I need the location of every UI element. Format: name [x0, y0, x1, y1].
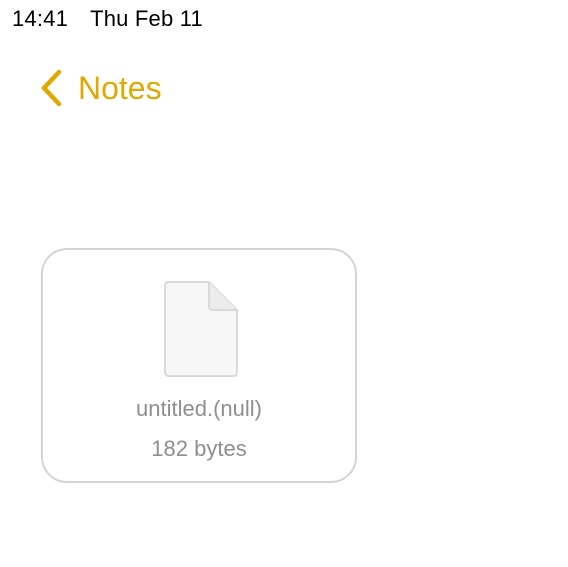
file-preview-screen: 14:41 Thu Feb 11 Notes untitled.(null) 1…	[0, 0, 568, 567]
status-bar: 14:41 Thu Feb 11	[12, 6, 203, 32]
status-time: 14:41	[12, 6, 69, 31]
chevron-left-icon	[41, 69, 62, 107]
back-button[interactable]: Notes	[38, 68, 162, 108]
file-card[interactable]: untitled.(null) 182 bytes	[41, 248, 357, 483]
file-size: 182 bytes	[151, 436, 247, 461]
file-name: untitled.(null)	[136, 396, 262, 421]
status-date: Thu Feb 11	[90, 6, 203, 31]
document-icon	[164, 281, 238, 377]
back-button-label: Notes	[78, 70, 162, 106]
